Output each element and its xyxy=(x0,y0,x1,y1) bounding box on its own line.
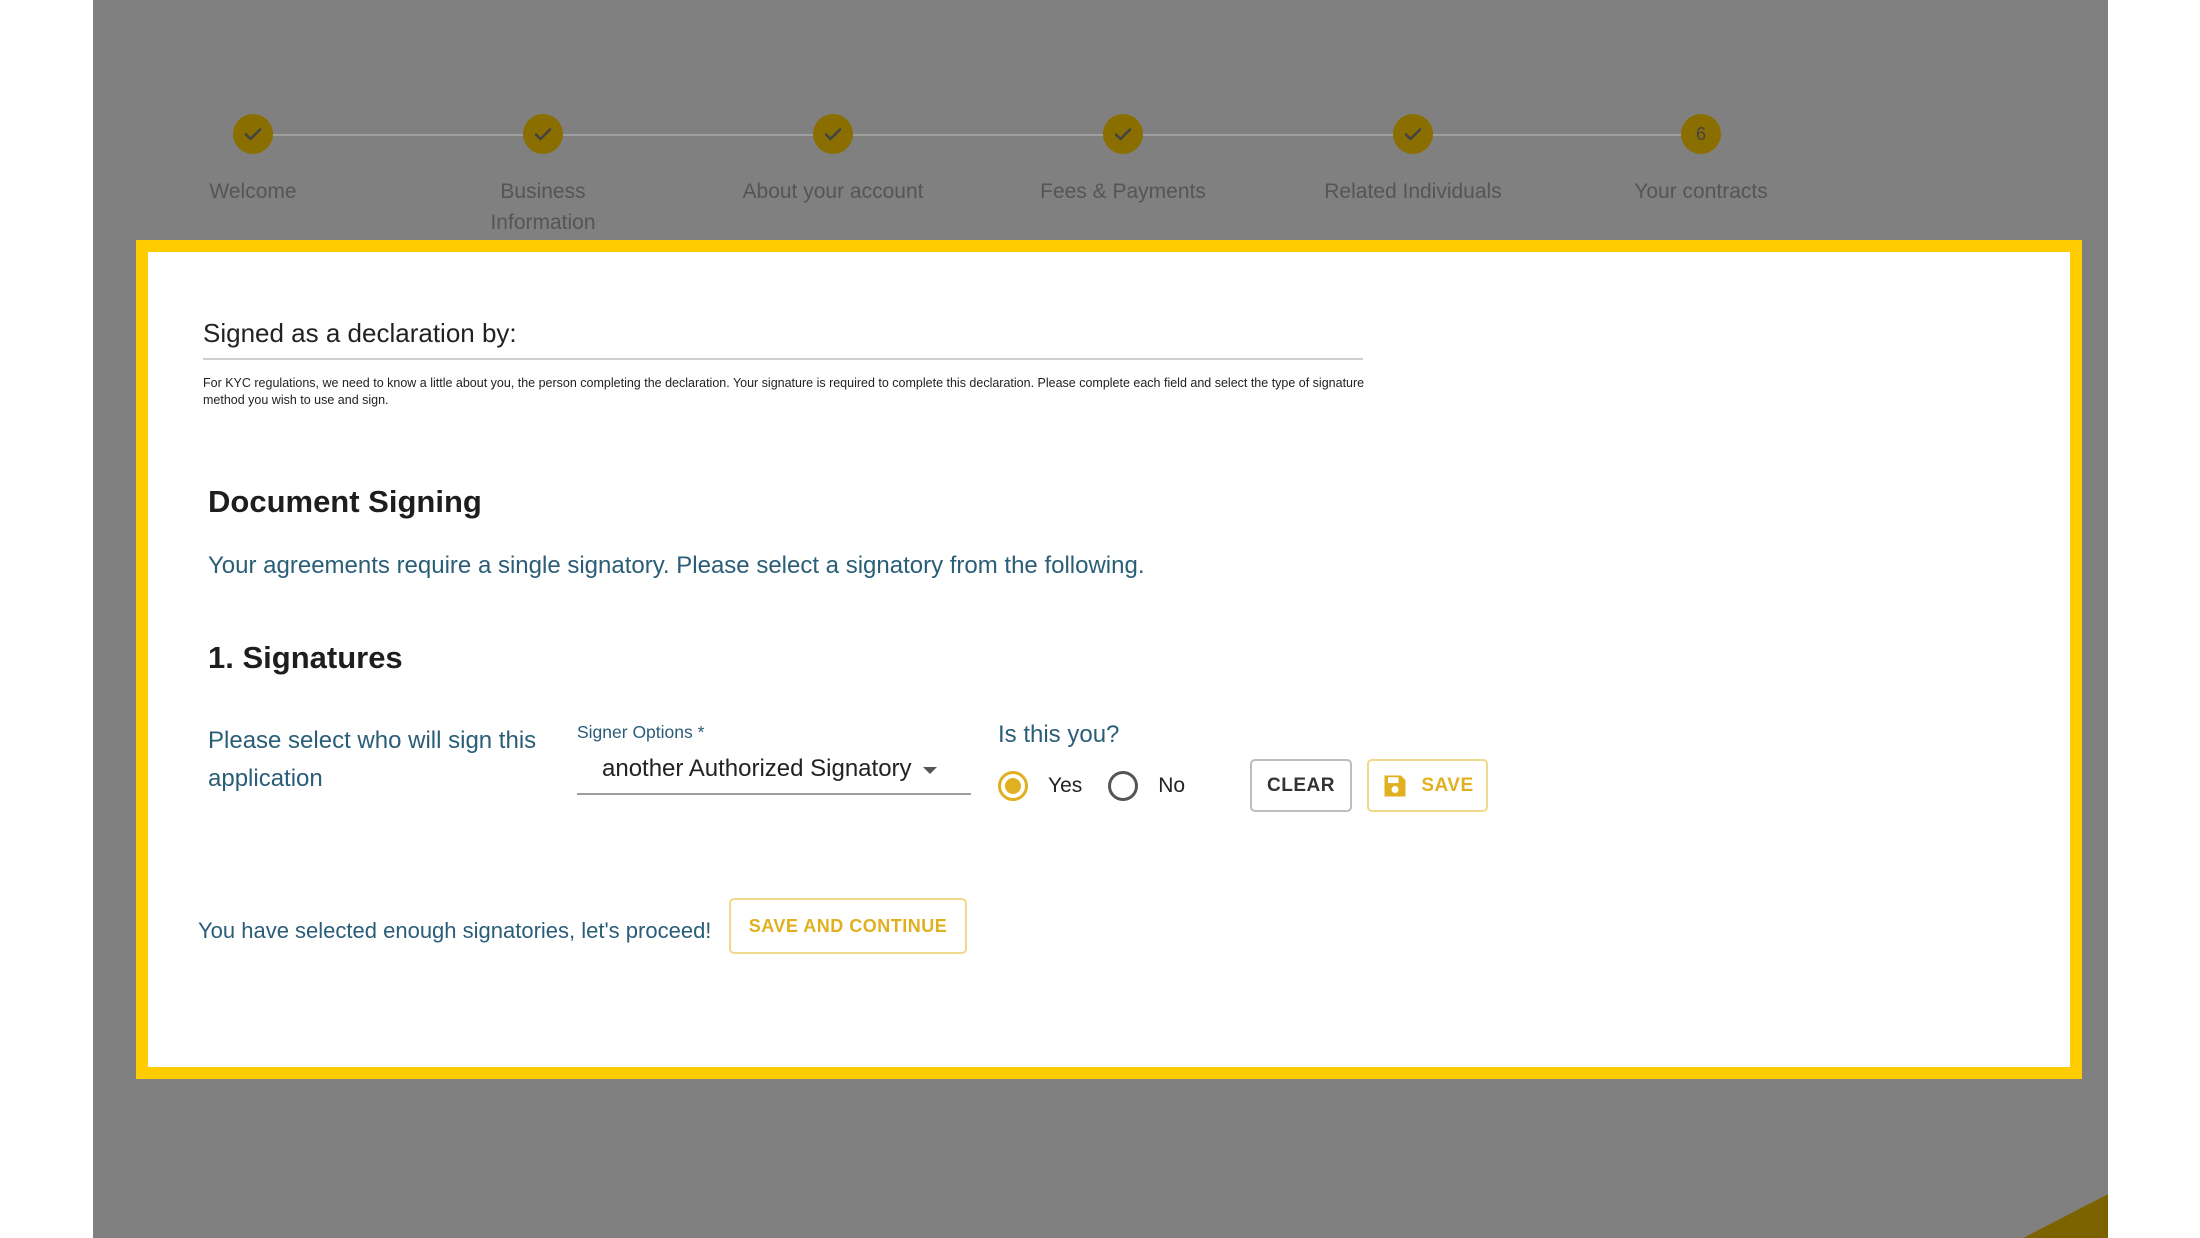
signer-options-select[interactable]: another Authorized Signatory xyxy=(577,749,971,795)
step-number-indicator: 6 xyxy=(1681,114,1721,154)
signer-selected-value: another Authorized Signatory xyxy=(602,755,912,782)
step-related-individuals[interactable]: Related Individuals xyxy=(1263,114,1563,207)
save-floppy-icon xyxy=(1384,775,1406,796)
no-radio[interactable] xyxy=(1108,771,1139,801)
progress-stepper: Welcome Business Information About your … xyxy=(93,0,2108,240)
clear-button-label: CLEAR xyxy=(1267,774,1335,796)
step-business-information[interactable]: Business Information xyxy=(393,114,693,238)
save-button-label: SAVE xyxy=(1421,774,1474,796)
check-icon xyxy=(1114,128,1132,141)
step-fees-payments[interactable]: Fees & Payments xyxy=(973,114,1273,207)
declaration-note: For KYC regulations, we need to know a l… xyxy=(203,376,1365,407)
step-label: Business Information xyxy=(490,180,596,234)
yes-radio[interactable] xyxy=(998,771,1028,801)
clear-button[interactable]: CLEAR xyxy=(1250,759,1352,812)
step-label: About your account xyxy=(742,180,924,203)
signatures-section-title: 1. Signatures xyxy=(208,640,403,675)
check-icon xyxy=(244,128,262,141)
step-complete-indicator xyxy=(523,114,563,154)
radio-selected-dot xyxy=(1005,778,1021,794)
proceed-message: You have selected enough signatories, le… xyxy=(198,918,712,943)
no-radio-label: No xyxy=(1158,774,1186,797)
save-and-continue-label: SAVE AND CONTINUE xyxy=(748,915,948,936)
declaration-divider xyxy=(203,358,1363,360)
is-this-you-label: Is this you? xyxy=(998,721,1120,748)
signer-prompt: Please select who will sign this applica… xyxy=(208,727,537,792)
step-label: Your contracts xyxy=(1634,180,1768,203)
decorative-corner-shape xyxy=(2023,1145,2108,1238)
step-welcome[interactable]: Welcome xyxy=(103,114,403,207)
highlighted-signing-panel: Signed as a declaration by: For KYC regu… xyxy=(136,240,2082,1079)
save-and-continue-button[interactable]: SAVE AND CONTINUE xyxy=(729,898,967,954)
yes-radio-label: Yes xyxy=(1048,774,1083,797)
check-icon xyxy=(1404,128,1422,141)
step-complete-indicator xyxy=(1103,114,1143,154)
step-complete-indicator xyxy=(233,114,273,154)
dropdown-caret-icon xyxy=(923,767,937,774)
save-button[interactable]: SAVE xyxy=(1367,759,1488,812)
step-label: Related Individuals xyxy=(1324,180,1502,203)
check-icon xyxy=(824,128,842,141)
check-icon xyxy=(534,128,552,141)
document-signing-subtitle: Your agreements require a single signato… xyxy=(208,552,1145,579)
step-complete-indicator xyxy=(813,114,853,154)
document-signing-title: Document Signing xyxy=(208,484,482,519)
declaration-title: Signed as a declaration by: xyxy=(203,318,517,348)
step-your-contracts[interactable]: 6 Your contracts xyxy=(1551,114,1851,207)
step-label: Welcome xyxy=(209,180,297,203)
step-about-your-account[interactable]: About your account xyxy=(683,114,983,207)
is-this-you-radio-group: Yes No xyxy=(998,768,1211,804)
signer-options-label: Signer Options * xyxy=(577,722,705,742)
step-label: Fees & Payments xyxy=(1040,180,1206,203)
step-complete-indicator xyxy=(1393,114,1433,154)
